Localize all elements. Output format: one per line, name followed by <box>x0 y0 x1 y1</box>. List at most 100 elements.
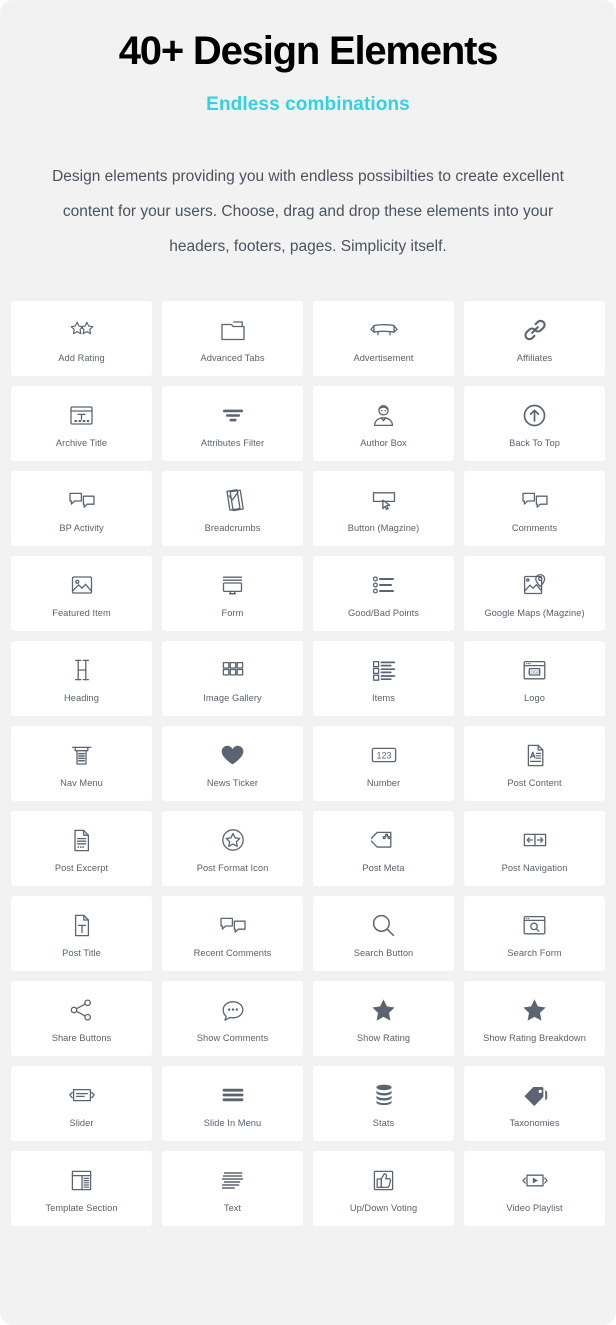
element-card-label: Video Playlist <box>506 1203 563 1214</box>
svg-text:LOGO: LOGO <box>528 669 541 674</box>
element-card-label: Recent Comments <box>193 948 272 959</box>
element-card[interactable]: Share Buttons <box>11 980 152 1056</box>
element-card[interactable]: Back To Top <box>464 385 605 461</box>
element-card[interactable]: Advertisement <box>313 300 454 376</box>
two-speech-bubbles-icon <box>520 484 550 516</box>
element-card-label: Post Title <box>62 948 101 959</box>
element-card[interactable]: LOGO Logo <box>464 640 605 716</box>
element-card[interactable]: Show Rating Breakdown <box>464 980 605 1056</box>
price-tag-icon <box>370 824 397 856</box>
element-card[interactable]: Archive Title <box>11 385 152 461</box>
element-card[interactable]: Recent Comments <box>162 895 303 971</box>
element-card[interactable]: Slide In Menu <box>162 1065 303 1141</box>
element-card-label: Image Gallery <box>203 693 262 704</box>
template-layout-icon <box>69 1164 94 1196</box>
folder-tabs-icon <box>219 314 247 346</box>
element-card[interactable]: Show Rating <box>313 980 454 1056</box>
element-card[interactable]: News Ticker <box>162 725 303 801</box>
element-card-label: Breadcrumbs <box>204 523 261 534</box>
circle-star-icon <box>220 824 246 856</box>
element-card[interactable]: BP Activity <box>11 470 152 546</box>
element-card-label: Show Comments <box>196 1033 269 1044</box>
tags-filled-icon <box>521 1079 549 1111</box>
element-card-label: Post Navigation <box>501 863 568 874</box>
element-card[interactable]: Search Button <box>313 895 454 971</box>
element-card[interactable]: Stats <box>313 1065 454 1141</box>
element-card-label: Show Rating <box>356 1033 411 1044</box>
element-card[interactable]: Up/Down Voting <box>313 1150 454 1226</box>
element-card-label: Google Maps (Magzine) <box>484 608 585 619</box>
element-card[interactable]: Video Playlist <box>464 1150 605 1226</box>
bullet-list-circles-icon <box>370 569 398 601</box>
svg-text:123: 123 <box>376 750 391 760</box>
element-card-label: Template Section <box>45 1203 118 1214</box>
page-title: 40+ Design Elements <box>118 29 499 73</box>
element-card[interactable]: Post Navigation <box>464 810 605 886</box>
nav-menu-icon <box>68 739 95 771</box>
element-card-label: Taxonomies <box>509 1118 560 1129</box>
element-card[interactable]: Template Section <box>11 1150 152 1226</box>
element-card[interactable]: Taxonomies <box>464 1065 605 1141</box>
element-card[interactable]: Post Format Icon <box>162 810 303 886</box>
author-person-icon <box>370 399 397 431</box>
element-card[interactable]: Post Content <box>464 725 605 801</box>
element-card[interactable]: Affiliates <box>464 300 605 376</box>
map-pin-icon <box>521 569 548 601</box>
element-card-label: BP Activity <box>59 523 104 534</box>
chain-link-icon <box>522 314 548 346</box>
element-card[interactable]: Slider <box>11 1065 152 1141</box>
element-card-label: Back To Top <box>509 438 560 449</box>
element-card[interactable]: Good/Bad Points <box>313 555 454 631</box>
thumbs-up-box-icon <box>371 1164 396 1196</box>
element-card-label: Affiliates <box>516 353 553 364</box>
text-lines-icon <box>219 1164 247 1196</box>
element-card[interactable]: Add Rating <box>11 300 152 376</box>
element-card[interactable]: Search Form <box>464 895 605 971</box>
element-card[interactable]: Post Excerpt <box>11 810 152 886</box>
element-card-label: Post Excerpt <box>54 863 109 874</box>
element-card[interactable]: Google Maps (Magzine) <box>464 555 605 631</box>
element-card[interactable]: Breadcrumbs <box>162 470 303 546</box>
element-card[interactable]: Form <box>162 555 303 631</box>
magnifier-icon <box>370 909 397 941</box>
element-card[interactable]: Button (Magzine) <box>313 470 454 546</box>
element-card[interactable]: Nav Menu <box>11 725 152 801</box>
element-card-label: Show Rating Breakdown <box>483 1033 586 1044</box>
number-123-icon: 123 <box>369 739 399 771</box>
element-card[interactable]: Show Comments <box>162 980 303 1056</box>
element-card[interactable]: Comments <box>464 470 605 546</box>
speech-bubble-dots-icon <box>220 994 246 1026</box>
element-card[interactable]: Heading <box>11 640 152 716</box>
element-card-label: Author Box <box>360 438 407 449</box>
database-stack-icon <box>372 1079 396 1111</box>
element-card-label: Featured Item <box>52 608 111 619</box>
star-filled-icon <box>521 994 548 1026</box>
image-picture-icon <box>69 569 95 601</box>
left-right-arrows-box-icon <box>521 824 549 856</box>
intro-paragraph: Design elements providing you with endle… <box>52 168 564 255</box>
element-card-label: Nav Menu <box>60 778 103 789</box>
element-card[interactable]: Author Box <box>313 385 454 461</box>
element-card[interactable]: Items <box>313 640 454 716</box>
element-card[interactable]: Image Gallery <box>162 640 303 716</box>
element-card[interactable]: Attributes Filter <box>162 385 303 461</box>
element-card-label: Text <box>223 1203 242 1214</box>
heart-filled-icon <box>219 739 246 771</box>
element-card[interactable]: Post Title <box>11 895 152 971</box>
document-t-icon <box>70 909 93 941</box>
element-card[interactable]: Post Meta <box>313 810 454 886</box>
element-card-label: Number <box>366 778 401 789</box>
element-card[interactable]: Featured Item <box>11 555 152 631</box>
element-card-label: Stats <box>372 1118 395 1129</box>
element-card-label: Comments <box>511 523 558 534</box>
element-card-label: Post Format Icon <box>196 863 269 874</box>
hamburger-bars-icon <box>219 1079 247 1111</box>
header: 40+ Design Elements Endless combinations… <box>0 0 616 265</box>
element-card[interactable]: 123 Number <box>313 725 454 801</box>
page-subtitle: Endless combinations <box>206 94 410 115</box>
element-card[interactable]: Text <box>162 1150 303 1226</box>
element-card-label: Search Form <box>507 948 562 959</box>
list-items-icon <box>370 654 398 686</box>
element-card[interactable]: Advanced Tabs <box>162 300 303 376</box>
element-card-label: Form <box>221 608 244 619</box>
